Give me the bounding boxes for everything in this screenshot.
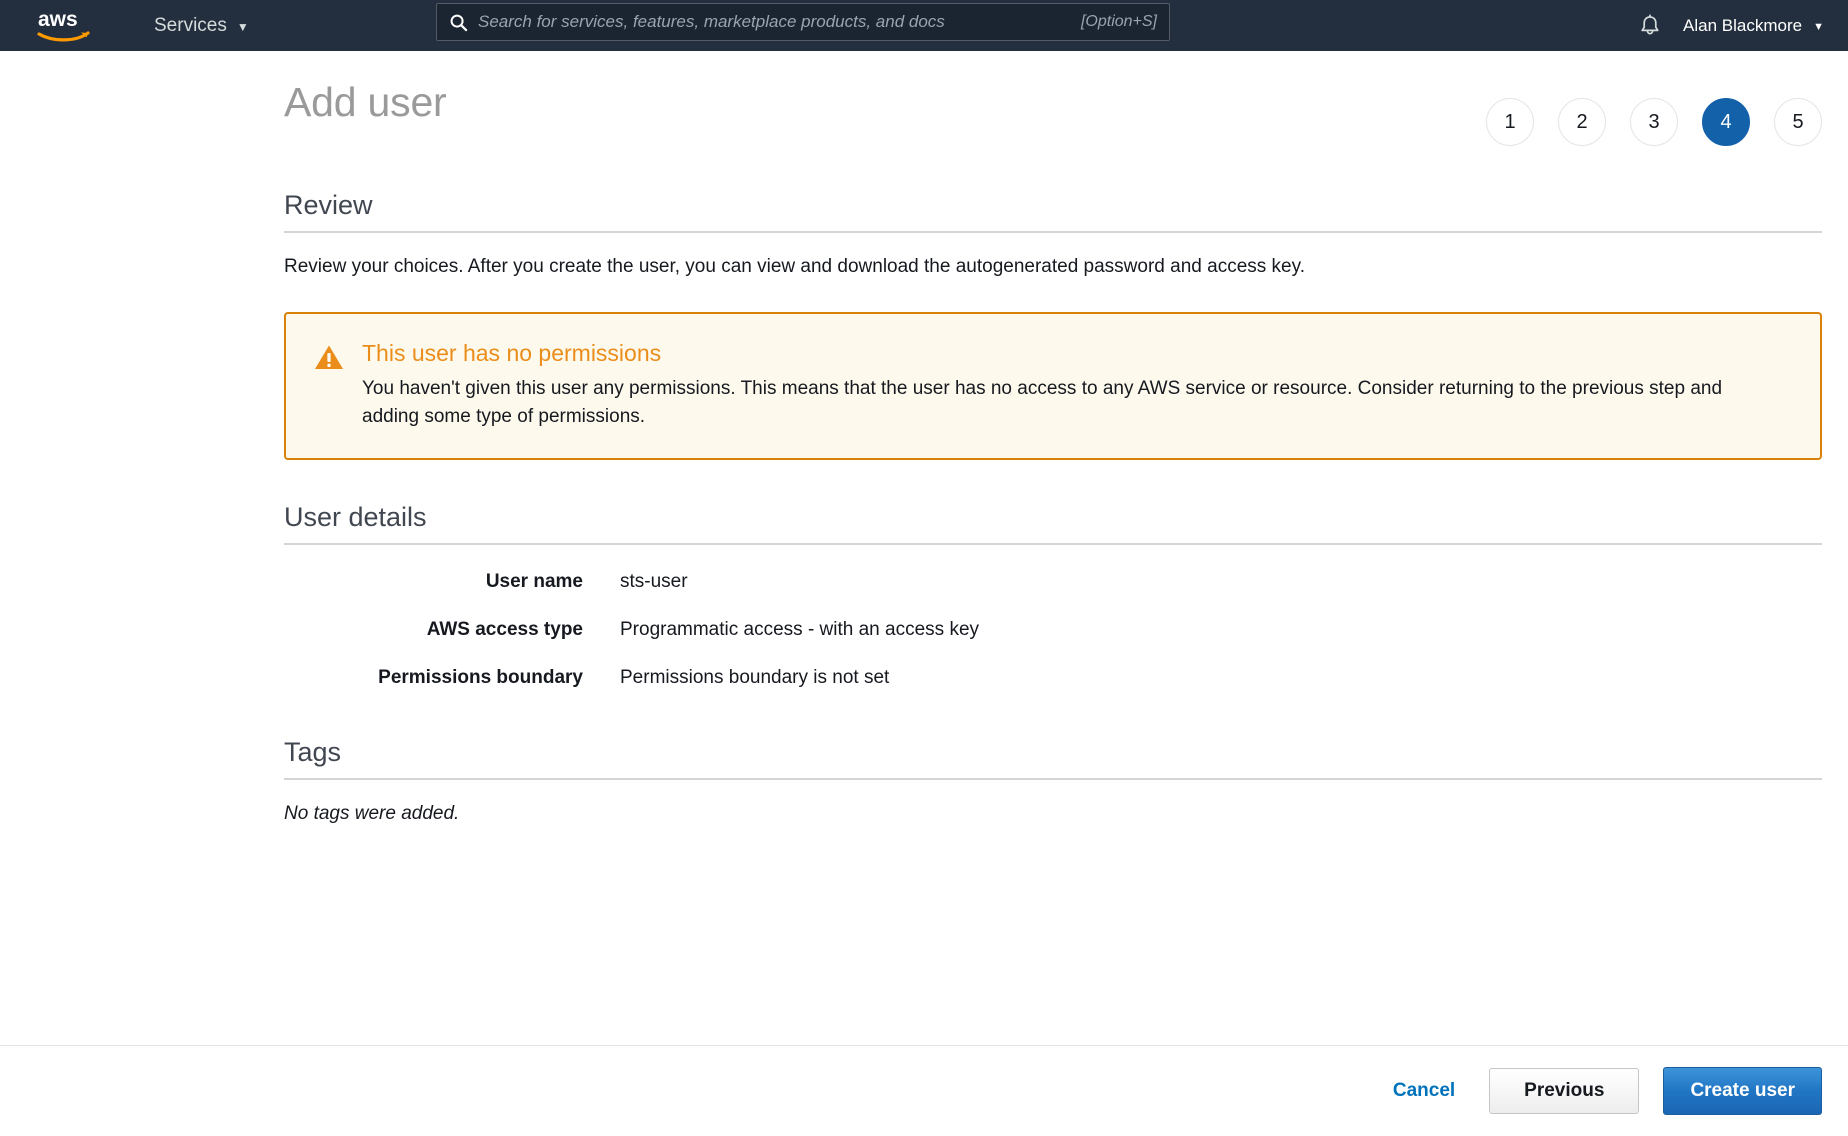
tags-empty-message: No tags were added. xyxy=(284,803,1822,825)
wizard-step-1[interactable]: 1 xyxy=(1486,98,1534,146)
search-shortcut-hint: [Option+S] xyxy=(1081,13,1157,31)
wizard-step-2-label: 2 xyxy=(1576,111,1587,134)
tags-heading: Tags xyxy=(284,737,1822,780)
detail-label-user-name: User name xyxy=(284,571,620,593)
wizard-step-2[interactable]: 2 xyxy=(1558,98,1606,146)
detail-row-user-name: User name sts-user xyxy=(284,571,1822,593)
detail-label-access-type: AWS access type xyxy=(284,619,620,641)
review-section-heading: Review xyxy=(284,190,1822,233)
wizard-step-4[interactable]: 4 xyxy=(1702,98,1750,146)
bell-icon xyxy=(1639,14,1661,38)
review-description: Review your choices. After you create th… xyxy=(284,254,1822,280)
warning-triangle-icon xyxy=(314,344,344,371)
notifications-button[interactable] xyxy=(1629,0,1671,51)
user-details-heading: User details xyxy=(284,502,1822,545)
create-user-button[interactable]: Create user xyxy=(1663,1067,1822,1115)
detail-value-access-type: Programmatic access - with an access key xyxy=(620,619,979,641)
aws-logo[interactable]: aws xyxy=(36,8,96,44)
wizard-step-1-label: 1 xyxy=(1504,111,1515,134)
chevron-down-icon: ▼ xyxy=(237,21,249,33)
detail-row-access-type: AWS access type Programmatic access - wi… xyxy=(284,619,1822,641)
aws-logo-icon: aws xyxy=(36,8,96,44)
top-navigation-bar: aws Services ▼ [Option+S] Alan Blackmor xyxy=(0,0,1848,51)
alert-message: You haven't given this user any permissi… xyxy=(362,375,1752,430)
chevron-down-icon: ▼ xyxy=(1813,21,1824,33)
wizard-step-5-label: 5 xyxy=(1792,111,1803,134)
wizard-step-4-label: 4 xyxy=(1720,111,1731,134)
no-permissions-alert: This user has no permissions You haven't… xyxy=(284,312,1822,461)
wizard-step-indicator: 1 2 3 4 5 xyxy=(1486,98,1822,146)
wizard-step-5[interactable]: 5 xyxy=(1774,98,1822,146)
page-header: Add user 1 2 3 4 5 xyxy=(0,51,1848,147)
nav-right-group: Alan Blackmore ▼ xyxy=(1629,0,1830,51)
search-icon xyxy=(449,13,468,32)
account-menu[interactable]: Alan Blackmore ▼ xyxy=(1683,0,1824,51)
detail-value-permissions-boundary: Permissions boundary is not set xyxy=(620,667,889,689)
user-details-section: User details User name sts-user AWS acce… xyxy=(284,502,1822,689)
detail-row-permissions-boundary: Permissions boundary Permissions boundar… xyxy=(284,667,1822,689)
account-menu-label: Alan Blackmore xyxy=(1683,16,1802,36)
tags-section: Tags No tags were added. xyxy=(284,737,1822,825)
detail-label-permissions-boundary: Permissions boundary xyxy=(284,667,620,689)
alert-title: This user has no permissions xyxy=(362,340,1792,368)
services-menu-label: Services xyxy=(154,15,227,37)
wizard-step-3-label: 3 xyxy=(1648,111,1659,134)
page-title: Add user xyxy=(284,79,447,126)
review-content: Review Review your choices. After you cr… xyxy=(284,190,1822,825)
cancel-button[interactable]: Cancel xyxy=(1383,1074,1465,1108)
search-input[interactable] xyxy=(478,12,1069,32)
detail-value-user-name: sts-user xyxy=(620,571,688,593)
wizard-footer: Cancel Previous Create user xyxy=(0,1045,1848,1136)
alert-body: This user has no permissions You haven't… xyxy=(362,340,1792,431)
services-menu[interactable]: Services ▼ xyxy=(154,0,249,51)
global-search-box[interactable]: [Option+S] xyxy=(436,3,1170,41)
svg-text:aws: aws xyxy=(38,8,78,31)
previous-button[interactable]: Previous xyxy=(1489,1068,1639,1114)
wizard-step-3[interactable]: 3 xyxy=(1630,98,1678,146)
